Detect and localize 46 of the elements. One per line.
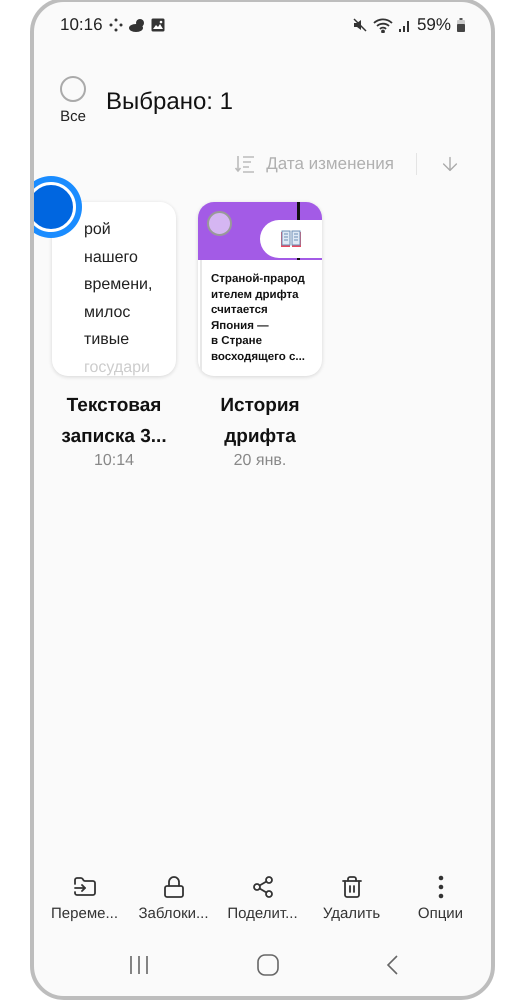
toolbar-button[interactable]: Опции <box>396 875 484 922</box>
folder-arrow-icon <box>72 875 96 899</box>
share-icon <box>250 875 274 899</box>
note-preview-text: тивые <box>84 330 130 350</box>
note-card[interactable]: Страной-прарод ителем дрифта считается Япония — в Стране восходящего с... <box>198 202 322 376</box>
home-icon <box>256 954 278 976</box>
note-title: Текстовая записка 3... <box>60 394 168 449</box>
note-date: 20 янв. <box>234 452 286 470</box>
toolbar-button[interactable]: Поделит... <box>218 875 306 922</box>
more-icon <box>438 875 444 899</box>
weather-icon <box>128 18 145 32</box>
note-preview-text: восходящего с... <box>211 350 306 364</box>
recent-apps-icon <box>128 955 150 975</box>
signal-icon <box>398 18 411 32</box>
book-icon <box>279 229 303 249</box>
status-time: 10:16 <box>60 15 103 35</box>
lock-icon <box>162 875 186 899</box>
dots-icon <box>108 18 123 32</box>
selection-title: Выбрано: 1 <box>106 88 233 116</box>
home-button[interactable] <box>256 954 278 976</box>
note-preview-text: милос <box>84 302 132 322</box>
note-date: 10:14 <box>94 452 134 470</box>
back-button[interactable] <box>386 955 398 975</box>
wifi-icon <box>372 18 393 32</box>
recent-apps-button[interactable] <box>128 955 150 975</box>
note-preview-text: Япония — <box>211 318 270 334</box>
battery-icon <box>457 18 465 32</box>
toolbar-button[interactable]: Переме... <box>40 875 128 922</box>
note-preview-text: ителем дрифта <box>211 288 300 302</box>
note-preview-text: времени, <box>84 275 154 295</box>
select-all-label: Все <box>60 108 86 125</box>
note-preview-text: Страной-прарод <box>211 272 306 287</box>
note-title: История дрифта <box>219 394 301 449</box>
back-chevron-icon <box>386 955 398 975</box>
note-preview-text: нашего <box>84 248 139 268</box>
trash-icon <box>340 875 364 899</box>
select-all-checkbox[interactable] <box>60 76 86 102</box>
toolbar-button[interactable]: Заблоки... <box>130 875 218 922</box>
note-preview-text: рой <box>84 220 112 240</box>
mute-icon <box>352 18 367 32</box>
toolbar-button[interactable]: Удалить <box>308 875 396 922</box>
image-icon <box>150 18 165 32</box>
note-preview-text: в Стране <box>211 334 263 349</box>
sort-icon <box>234 154 256 174</box>
note-preview-text: считается <box>211 303 269 318</box>
battery-percent: 59% <box>416 15 451 35</box>
